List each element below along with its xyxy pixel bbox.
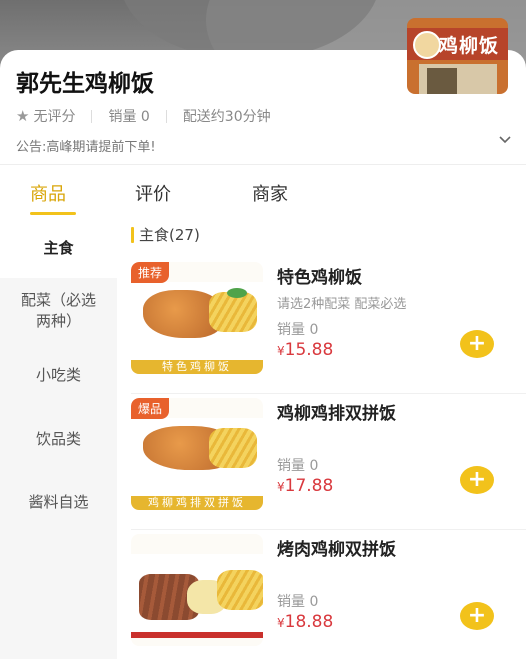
category-item-drinks[interactable]: 饮品类 (0, 429, 117, 450)
category-item-sides[interactable]: 配菜（必选两种） (0, 290, 117, 332)
currency: ¥ (277, 480, 285, 494)
divider (165, 109, 167, 123)
product-name: 鸡柳鸡排双拼饭 (277, 404, 396, 424)
product-list: 主食(27) 特色鸡柳饭 推荐 特色鸡柳饭 请选2种配菜 配菜必选 销量 0 ¥… (117, 218, 526, 659)
image-caption: 鸡柳鸡排双拼饭 (131, 496, 263, 510)
product-image: 特色鸡柳饭 推荐 (131, 262, 263, 374)
add-to-cart-button[interactable]: + (460, 466, 494, 494)
product-sales: 销量 0 (277, 594, 319, 610)
section-title: 主食(27) (131, 224, 200, 245)
price-value: 15.88 (284, 340, 334, 360)
category-label: 酱料自选 (28, 493, 89, 511)
product-name: 烤肉鸡柳双拼饭 (277, 540, 396, 560)
tab-bar: 商品 评价 商家 (0, 170, 526, 218)
product-tag: 推荐 (131, 262, 170, 283)
rating-text: 无评分 (33, 109, 76, 125)
price-value: 17.88 (284, 476, 334, 496)
product-tag: 爆品 (131, 398, 170, 419)
product-price: ¥17.88 (277, 476, 333, 496)
tab-indicator (30, 212, 76, 215)
add-to-cart-button[interactable]: + (460, 602, 494, 630)
image-caption: 特色鸡柳饭 (131, 360, 263, 374)
tab-merchant[interactable]: 商家 (252, 180, 288, 206)
product-price: ¥15.88 (277, 340, 333, 360)
shop-logo (413, 31, 441, 59)
category-label: 主食 (43, 239, 74, 257)
section-title-text: 主食(27) (139, 226, 200, 244)
price-value: 18.88 (284, 612, 334, 632)
product-image: 鸡柳鸡排双拼饭 爆品 (131, 398, 263, 510)
sales-text: 销量 0 (108, 109, 150, 125)
shop-notice: 公告:高峰期请提前下单! (16, 140, 156, 155)
category-item-staple[interactable]: 主食 (0, 218, 117, 278)
product-desc: 请选2种配菜 配菜必选 (277, 297, 407, 312)
food-shape (209, 428, 257, 468)
shop-door (427, 68, 457, 94)
category-item-sauces[interactable]: 酱料自选 (0, 492, 117, 513)
shop-meta: ★ 无评分 销量 0 配送约30分钟 (16, 106, 271, 126)
product-price: ¥18.88 (277, 612, 333, 632)
currency: ¥ (277, 344, 285, 358)
shop-name: 郭先生鸡柳饭 (16, 71, 154, 97)
food-shape (209, 292, 257, 332)
tab-reviews[interactable]: 评价 (135, 180, 171, 206)
category-label: 配菜（必选两种） (20, 291, 96, 330)
shop-thumbnail[interactable]: 鸡柳饭 (407, 18, 508, 94)
section-marker (131, 226, 134, 243)
category-item-snacks[interactable]: 小吃类 (0, 365, 117, 386)
product-item[interactable]: 鸡柳鸡排双拼饭 爆品 鸡柳鸡排双拼饭 销量 0 ¥17.88 + (117, 398, 526, 530)
product-sales: 销量 0 (277, 322, 319, 338)
product-name: 特色鸡柳饭 (277, 268, 362, 288)
divider (131, 529, 526, 530)
tab-goods[interactable]: 商品 (30, 180, 66, 206)
star-icon: ★ (16, 107, 30, 125)
add-to-cart-button[interactable]: + (460, 330, 494, 358)
product-item[interactable]: 烤肉鸡柳双拼饭 销量 0 ¥18.88 + (117, 534, 526, 658)
chevron-down-icon[interactable] (498, 133, 512, 147)
divider (0, 164, 526, 165)
shop-sign-text: 鸡柳饭 (439, 35, 500, 57)
category-label: 饮品类 (35, 430, 81, 448)
product-image (131, 534, 263, 646)
divider (131, 393, 526, 394)
product-item[interactable]: 特色鸡柳饭 推荐 特色鸡柳饭 请选2种配菜 配菜必选 销量 0 ¥15.88 + (117, 262, 526, 394)
product-sales: 销量 0 (277, 458, 319, 474)
category-label: 小吃类 (35, 366, 81, 384)
food-shape (217, 570, 263, 610)
delivery-text: 配送约30分钟 (182, 109, 271, 125)
currency: ¥ (277, 616, 285, 630)
category-sidebar: 主食 配菜（必选两种） 小吃类 饮品类 酱料自选 (0, 218, 117, 659)
food-shape (227, 288, 247, 298)
divider (91, 109, 93, 123)
